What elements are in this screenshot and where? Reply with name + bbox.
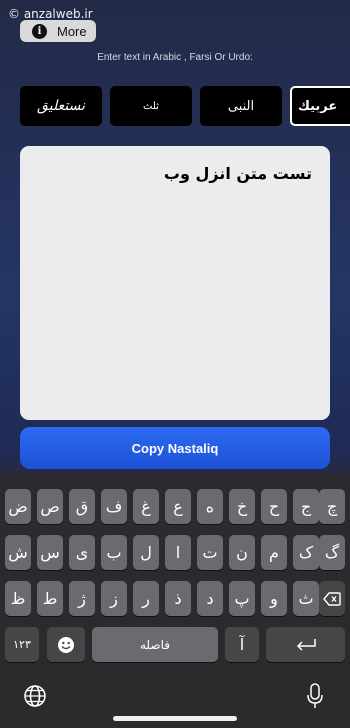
emoji-icon (58, 636, 74, 653)
home-indicator[interactable] (113, 716, 237, 721)
key[interactable]: ع (165, 489, 191, 524)
globe-icon (24, 685, 46, 707)
key[interactable]: ی (69, 535, 95, 570)
text-input-area[interactable]: تست متن انزل وب (20, 146, 330, 420)
key[interactable]: پ (229, 581, 255, 616)
key[interactable]: ک (293, 535, 319, 570)
key[interactable]: ض (5, 489, 31, 524)
return-icon (296, 638, 316, 651)
alt-key[interactable]: آ (225, 627, 259, 662)
key[interactable]: ذ (165, 581, 191, 616)
font-option-nastaliq[interactable]: نستعلیق (20, 86, 102, 126)
info-icon: i (32, 23, 47, 39)
key[interactable]: ن (229, 535, 255, 570)
microphone-icon (307, 683, 323, 708)
key[interactable]: ف (101, 489, 127, 524)
key[interactable]: ط (37, 581, 63, 616)
key[interactable]: ه (197, 489, 223, 524)
key[interactable]: ژ (69, 581, 95, 616)
key[interactable]: ر (133, 581, 159, 616)
space-key[interactable]: فاصله (92, 627, 218, 662)
key[interactable]: ج (293, 489, 319, 524)
font-option-thuluth[interactable]: ثلث (110, 86, 192, 126)
numbers-key[interactable]: ۱۲۳ (5, 627, 39, 662)
key[interactable]: ق (69, 489, 95, 524)
emoji-key[interactable] (47, 627, 85, 662)
font-option-arabic[interactable]: عربيك (290, 86, 350, 126)
keyboard: ض ص ق ف غ ع ه خ ح ج چ ش س ی ب ل ا ت ن م … (0, 475, 350, 728)
instruction-text: Enter text in Arabic , Farsi Or Urdo: (97, 52, 253, 63)
key[interactable]: چ (319, 489, 345, 524)
font-option-alnabi[interactable]: النبى (200, 86, 282, 126)
key[interactable]: ل (133, 535, 159, 570)
text-input-value: تست متن انزل وب (163, 164, 312, 183)
copy-nastaliq-button[interactable]: Copy Nastaliq (20, 427, 330, 469)
backspace-icon (323, 591, 341, 606)
key[interactable]: ش (5, 535, 31, 570)
backspace-key[interactable] (319, 581, 345, 616)
key[interactable]: غ (133, 489, 159, 524)
microphone-button[interactable] (302, 683, 328, 709)
more-button[interactable]: i More (20, 20, 96, 42)
return-key[interactable] (266, 627, 345, 662)
key[interactable]: ت (197, 535, 223, 570)
key[interactable]: ح (261, 489, 287, 524)
key[interactable]: ث (293, 581, 319, 616)
key[interactable]: ا (165, 535, 191, 570)
key[interactable]: د (197, 581, 223, 616)
font-style-selector: نستعلیق ثلث النبى عربيك (0, 86, 350, 126)
key[interactable]: س (37, 535, 63, 570)
more-button-label: More (57, 23, 87, 39)
key[interactable]: و (261, 581, 287, 616)
watermark: © anzalweb.ir (8, 7, 93, 21)
key[interactable]: خ (229, 489, 255, 524)
key[interactable]: گ (319, 535, 345, 570)
key[interactable]: م (261, 535, 287, 570)
globe-button[interactable] (22, 683, 48, 709)
key[interactable]: ب (101, 535, 127, 570)
key[interactable]: ص (37, 489, 63, 524)
key[interactable]: ظ (5, 581, 31, 616)
key[interactable]: ز (101, 581, 127, 616)
